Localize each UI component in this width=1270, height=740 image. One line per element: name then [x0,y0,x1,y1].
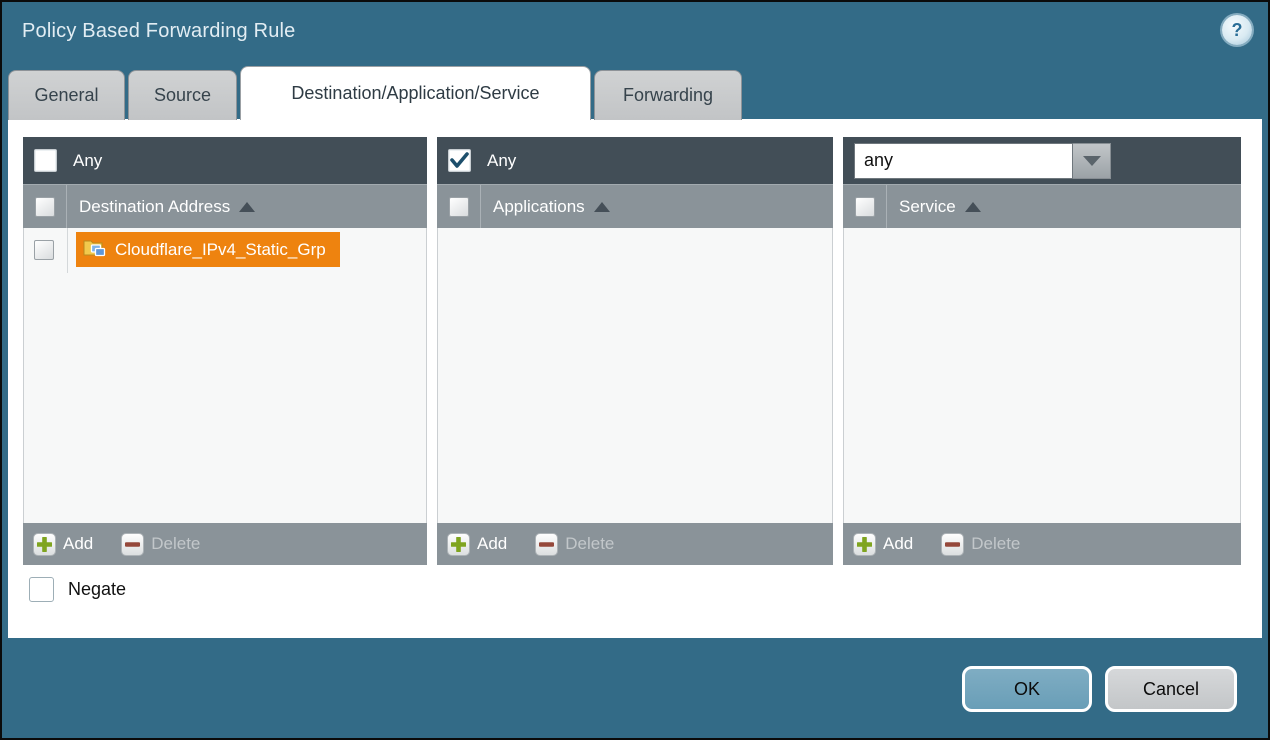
service-add-label: Add [883,534,913,554]
negate-checkbox[interactable] [29,577,54,602]
tab-forwarding-label: Forwarding [623,85,713,106]
destination-select-all-checkbox[interactable] [35,197,55,217]
destination-delete-label: Delete [151,534,200,554]
applications-any-label: Any [487,151,516,171]
dialog-actions: OK Cancel [962,666,1237,712]
tab-source-label: Source [154,85,211,106]
service-delete-button[interactable]: Delete [941,533,1020,556]
cancel-button[interactable]: Cancel [1105,666,1237,712]
negate-option: Negate [29,577,126,602]
help-icon[interactable]: ? [1222,15,1252,45]
sort-ascending-icon [239,202,255,212]
delete-minus-icon [941,533,964,556]
tab-forwarding[interactable]: Forwarding [594,70,742,120]
applications-toolbar: Add Delete [437,523,833,565]
service-type-value[interactable]: any [854,143,1073,179]
service-panel: any Service [843,137,1241,565]
row-checkbox[interactable] [34,240,54,260]
add-plus-icon [33,533,56,556]
sort-ascending-icon [594,202,610,212]
cancel-button-label: Cancel [1143,679,1199,700]
applications-delete-button[interactable]: Delete [535,533,614,556]
service-list [843,228,1241,523]
address-group-icon [83,237,107,262]
applications-add-button[interactable]: Add [447,533,507,556]
service-select-all-checkbox[interactable] [855,197,875,217]
delete-minus-icon [535,533,558,556]
tab-general[interactable]: General [8,70,125,120]
chevron-down-icon [1083,156,1101,166]
sort-ascending-icon [965,202,981,212]
destination-address-item-label: Cloudflare_IPv4_Static_Grp [115,240,326,260]
tab-general-label: General [34,85,98,106]
applications-select-all-checkbox[interactable] [449,197,469,217]
destination-delete-button[interactable]: Delete [121,533,200,556]
add-plus-icon [853,533,876,556]
tab-das-label: Destination/Application/Service [291,83,539,104]
destination-add-button[interactable]: Add [33,533,93,556]
checkmark-icon [450,152,469,169]
destination-any-checkbox[interactable] [34,149,57,172]
service-header-label: Service [899,197,956,217]
applications-add-label: Add [477,534,507,554]
destination-column-header[interactable]: Destination Address [23,184,427,228]
negate-label: Negate [68,579,126,600]
service-add-button[interactable]: Add [853,533,913,556]
applications-delete-label: Delete [565,534,614,554]
destination-any-header: Any [23,137,427,184]
service-delete-label: Delete [971,534,1020,554]
destination-address-panel: Any Destination Address [23,137,427,565]
table-row[interactable]: Cloudflare_IPv4_Static_Grp [24,228,426,271]
help-icon-glyph: ? [1232,20,1243,41]
policy-based-forwarding-dialog: Policy Based Forwarding Rule ? General S… [0,0,1270,740]
destination-toolbar: Add Delete [23,523,427,565]
service-type-header: any [843,137,1241,184]
destination-list: Cloudflare_IPv4_Static_Grp [23,228,427,523]
destination-any-label: Any [73,151,102,171]
destination-address-item[interactable]: Cloudflare_IPv4_Static_Grp [76,232,340,267]
applications-header-label: Applications [493,197,585,217]
dialog-title: Policy Based Forwarding Rule [22,20,296,43]
applications-list [437,228,833,523]
tab-source[interactable]: Source [128,70,237,120]
ok-button-label: OK [1014,679,1040,700]
service-column-header[interactable]: Service [843,184,1241,228]
applications-any-checkbox[interactable] [448,149,471,172]
service-toolbar: Add Delete [843,523,1241,565]
dropdown-button[interactable] [1073,143,1111,179]
delete-minus-icon [121,533,144,556]
add-plus-icon [447,533,470,556]
applications-panel: Any Applications Add [437,137,833,565]
tab-bar: General Source Destination/Application/S… [8,66,742,120]
applications-any-header: Any [437,137,833,184]
service-type-dropdown[interactable]: any [854,143,1111,179]
applications-column-header[interactable]: Applications [437,184,833,228]
ok-button[interactable]: OK [962,666,1092,712]
tab-content-panel: Any Destination Address [8,119,1262,638]
tab-destination-application-service[interactable]: Destination/Application/Service [240,66,591,120]
destination-header-label: Destination Address [79,197,230,217]
destination-add-label: Add [63,534,93,554]
